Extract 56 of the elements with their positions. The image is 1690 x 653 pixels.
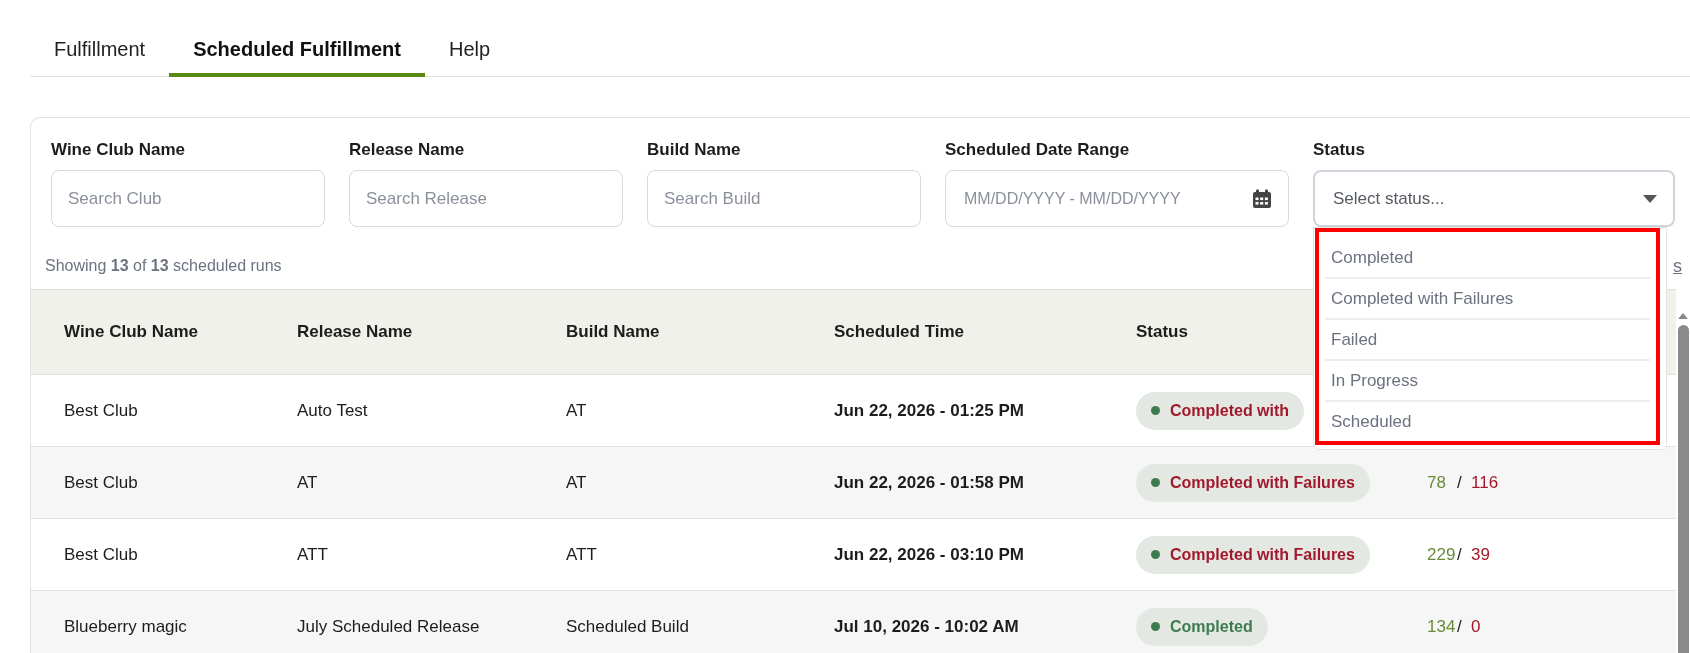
- column-header: Release Name: [297, 322, 413, 342]
- table-cell-text: ATT: [566, 544, 598, 565]
- dropdown-option[interactable]: Scheduled: [1325, 402, 1650, 441]
- status-dot-icon: [1151, 550, 1160, 559]
- status-badge: Completed: [1136, 607, 1268, 646]
- table-cell-text: Best Club: [64, 472, 139, 493]
- table-cell-text: AT: [297, 472, 319, 493]
- filter-label: Scheduled Date Range: [945, 140, 1131, 160]
- table-cell-text: Jun 22, 2026 - 01:25 PM: [834, 400, 1025, 421]
- table-cell-text: Blueberry magic: [64, 616, 188, 637]
- table-cell-text: Jun 22, 2026 - 01:58 PM: [834, 472, 1025, 493]
- table-cell-text: Jun 22, 2026 - 03:10 PM: [834, 544, 1025, 565]
- column-header: Status: [1136, 322, 1188, 342]
- filter-label: Wine Club Name: [51, 140, 186, 160]
- date-input[interactable]: MM/DD/YYYY - MM/DD/YYYY: [962, 188, 1244, 209]
- column-header: Build Name: [566, 322, 660, 342]
- search-field[interactable]: Search Build: [647, 170, 921, 227]
- table-cell-text: ATT: [297, 544, 329, 565]
- tab[interactable]: Help: [424, 34, 515, 77]
- table-cell-text: Auto Test: [297, 400, 369, 421]
- dropdown-option[interactable]: In Progress: [1325, 361, 1650, 402]
- table-cell-text: AT: [566, 400, 588, 421]
- search-field[interactable]: Search Club: [51, 170, 325, 227]
- results-summary: Showing 13 of 13 scheduled runs: [45, 257, 282, 275]
- tab[interactable]: Fulfillment: [30, 34, 170, 77]
- status-badge: Completed with Failures: [1136, 463, 1370, 502]
- filter-label: Build Name: [647, 140, 742, 160]
- status-badge: Completed with Failures: [1136, 535, 1370, 574]
- table-cell-text: Jul 10, 2026 - 10:02 AM: [834, 616, 1020, 637]
- filter-label: Status: [1313, 140, 1366, 160]
- table-cell-text: Scheduled Build: [566, 616, 690, 637]
- status-badge: Completed with: [1136, 391, 1305, 430]
- calendar-icon[interactable]: [1252, 188, 1272, 209]
- date-range-field[interactable]: MM/DD/YYYY - MM/DD/YYYY: [945, 170, 1289, 227]
- dropdown-option[interactable]: Completed: [1325, 238, 1650, 279]
- table-cell-text: AT: [566, 472, 588, 493]
- search-field[interactable]: Search Release: [349, 170, 623, 227]
- status-dot-icon: [1151, 406, 1160, 415]
- tab[interactable]: Scheduled Fulfillment: [169, 34, 425, 77]
- column-header: Wine Club Name: [64, 322, 198, 342]
- scroll-up-icon[interactable]: [1678, 313, 1688, 319]
- link[interactable]: s: [1673, 255, 1682, 277]
- run-counts: 229/ 39: [1427, 544, 1490, 565]
- table-cell-text: Best Club: [64, 400, 139, 421]
- status-dot-icon: [1151, 478, 1160, 487]
- caret-icon: [1643, 194, 1657, 203]
- table-cell-text: Best Club: [64, 544, 139, 565]
- table-cell-text: July Scheduled Release: [297, 616, 481, 637]
- column-header: Scheduled Time: [834, 322, 965, 342]
- dropdown-option[interactable]: Completed with Failures: [1325, 279, 1650, 320]
- run-counts: 134/ 0: [1427, 616, 1481, 637]
- status-dropdown[interactable]: Select status...: [1313, 170, 1675, 227]
- filter-label: Release Name: [349, 140, 466, 160]
- dropdown-option[interactable]: Failed: [1325, 320, 1650, 361]
- status-dot-icon: [1151, 622, 1160, 631]
- run-counts: 78 / 116: [1427, 472, 1499, 493]
